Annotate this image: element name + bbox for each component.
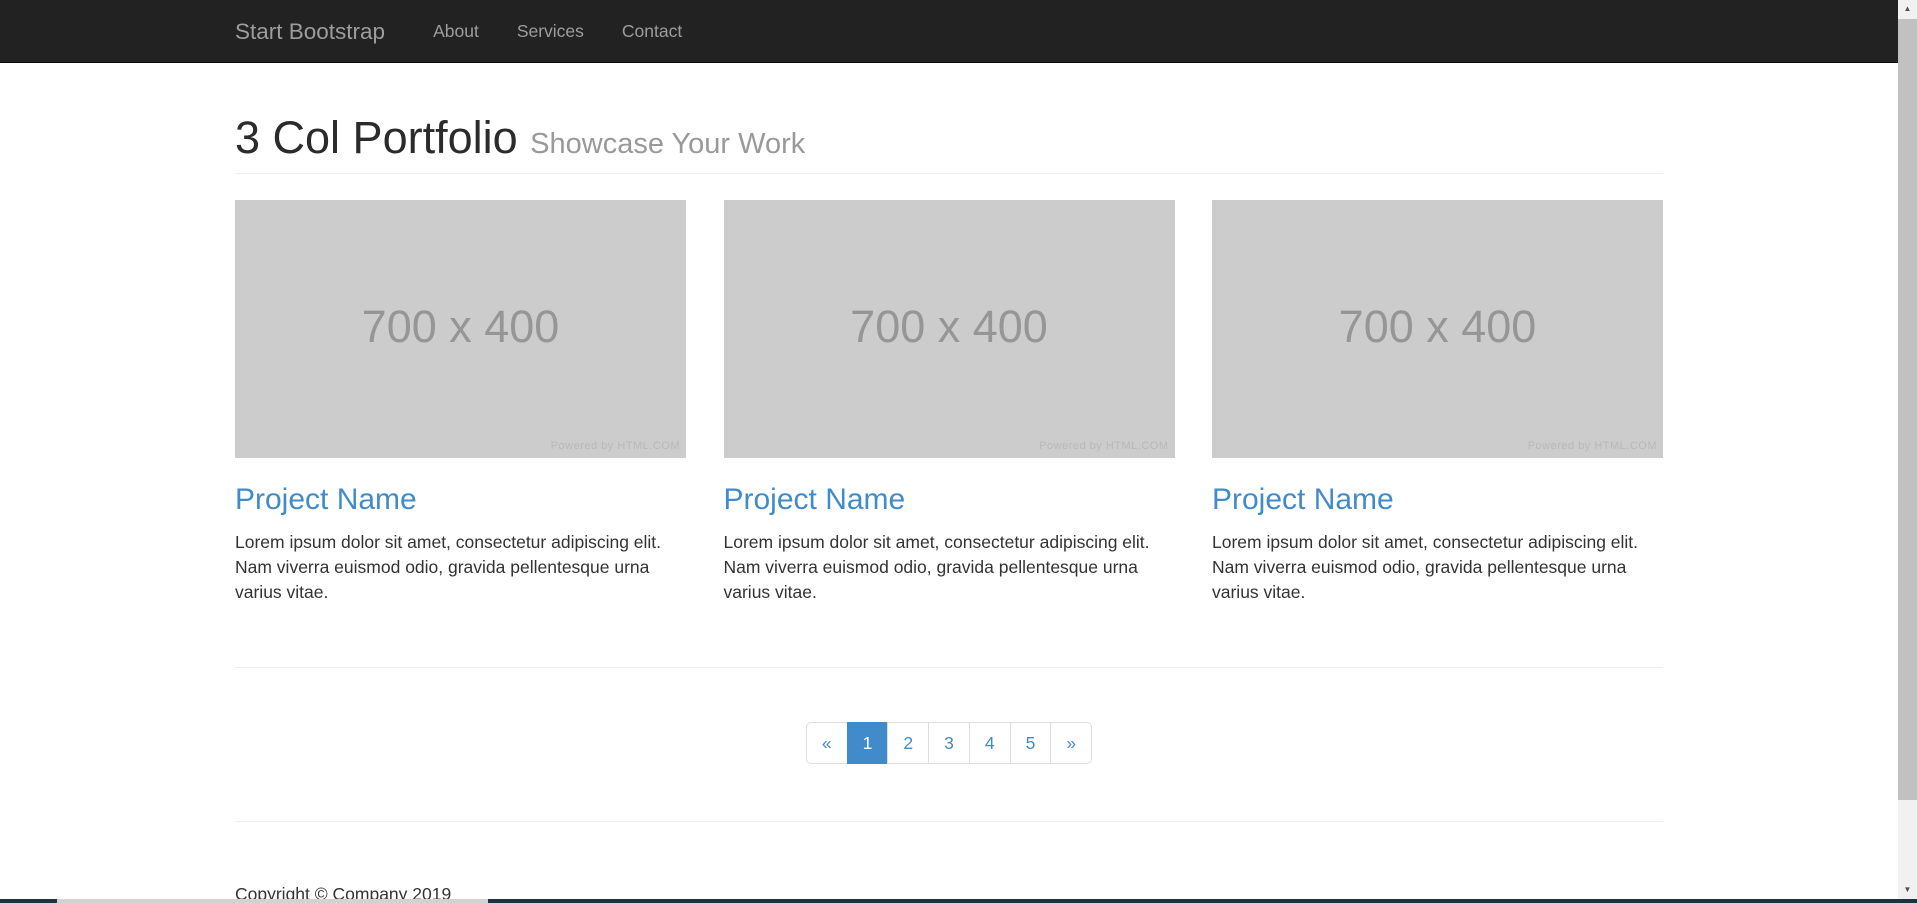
pagination-wrap: « 1 2 3 4 5 » [235, 722, 1663, 764]
portfolio-row: 700 x 400 Powered by HTML.COM Project Na… [235, 200, 1663, 642]
pagination-page-3[interactable]: 3 [928, 722, 970, 764]
navbar-brand[interactable]: Start Bootstrap [235, 0, 404, 63]
placeholder-watermark: Powered by HTML.COM [551, 440, 680, 452]
page-title: 3 Col Portfolio Showcase Your Work [235, 113, 1663, 163]
divider-after-portfolio [235, 667, 1663, 668]
bottom-bar-light-segment [57, 899, 488, 903]
project-name-link[interactable]: Project Name [1212, 483, 1394, 516]
page-title-text: 3 Col Portfolio [235, 112, 518, 163]
footer: Copyright © Company 2019 [235, 822, 1663, 903]
navbar-nav: About Services Contact [414, 0, 701, 63]
nav-link-contact[interactable]: Contact [603, 0, 701, 63]
bottom-bar-dark-right-segment [488, 899, 1917, 903]
project-description: Lorem ipsum dolor sit amet, consectetur … [724, 530, 1175, 605]
placeholder-watermark: Powered by HTML.COM [1528, 440, 1657, 452]
portfolio-item: 700 x 400 Powered by HTML.COM Project Na… [724, 200, 1175, 617]
project-name-link[interactable]: Project Name [235, 483, 417, 516]
placeholder-dimensions-label: 700 x 400 [1339, 300, 1537, 352]
portfolio-item: 700 x 400 Powered by HTML.COM Project Na… [235, 200, 686, 617]
pagination-page-5[interactable]: 5 [1010, 722, 1052, 764]
scroll-down-arrow-icon: ▼ [1904, 885, 1912, 894]
scroll-up-button[interactable]: ▲ [1898, 0, 1917, 17]
project-description: Lorem ipsum dolor sit amet, consectetur … [1212, 530, 1663, 605]
pagination-page-1[interactable]: 1 [847, 722, 889, 764]
pagination-prev-button[interactable]: « [806, 722, 848, 764]
pagination-page-4[interactable]: 4 [969, 722, 1011, 764]
nav-link-services[interactable]: Services [498, 0, 603, 63]
pagination: « 1 2 3 4 5 » [806, 722, 1092, 764]
bottom-edge-bar [0, 899, 1917, 903]
portfolio-item: 700 x 400 Powered by HTML.COM Project Na… [1212, 200, 1663, 617]
project-name-link[interactable]: Project Name [724, 483, 906, 516]
placeholder-dimensions-label: 700 x 400 [362, 300, 560, 352]
bottom-bar-dark-left-segment [0, 899, 57, 903]
pagination-next-button[interactable]: » [1050, 722, 1092, 764]
scroll-up-arrow-icon: ▲ [1904, 4, 1912, 13]
placeholder-dimensions-label: 700 x 400 [850, 300, 1048, 352]
placeholder-watermark: Powered by HTML.COM [1039, 440, 1168, 452]
project-thumbnail-link[interactable]: 700 x 400 Powered by HTML.COM [724, 200, 1175, 458]
nav-link-about[interactable]: About [414, 0, 498, 63]
page-subtitle: Showcase Your Work [530, 128, 805, 160]
page: Start Bootstrap About Services Contact 3… [0, 0, 1898, 903]
navbar: Start Bootstrap About Services Contact [0, 0, 1898, 63]
page-header: 3 Col Portfolio Showcase Your Work [235, 113, 1663, 174]
project-thumbnail-link[interactable]: 700 x 400 Powered by HTML.COM [235, 200, 686, 458]
project-description: Lorem ipsum dolor sit amet, consectetur … [235, 530, 686, 605]
pagination-page-2[interactable]: 2 [887, 722, 929, 764]
vertical-scrollbar[interactable]: ▲ ▼ [1898, 0, 1917, 903]
project-thumbnail-link[interactable]: 700 x 400 Powered by HTML.COM [1212, 200, 1663, 458]
scrollbar-thumb[interactable] [1898, 19, 1917, 800]
scroll-down-button[interactable]: ▼ [1898, 880, 1917, 899]
